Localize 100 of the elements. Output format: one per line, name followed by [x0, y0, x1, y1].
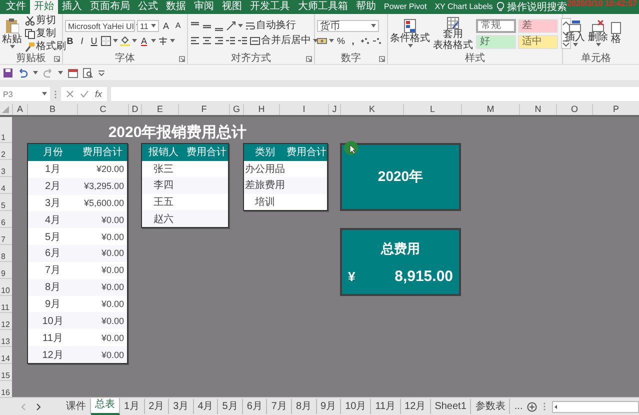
caret-icon[interactable] [313, 39, 318, 43]
ribbon-tab[interactable]: 大师工具箱 [294, 0, 352, 14]
add-sheet-icon[interactable] [526, 402, 537, 412]
fill-bucket-icon[interactable] [120, 36, 130, 46]
conditional-formatting-button[interactable]: 条件格式 [390, 19, 430, 48]
font-size-dropdown[interactable]: 11 [137, 20, 159, 32]
cancel-icon[interactable] [66, 90, 74, 98]
next-sheet-icon[interactable] [34, 402, 42, 410]
horizontal-scrollbar[interactable] [552, 400, 639, 412]
copy-button[interactable]: 复制 [25, 28, 66, 40]
caret-icon[interactable] [408, 44, 412, 48]
caret-icon[interactable] [151, 24, 156, 28]
scroll-up-icon[interactable] [562, 19, 570, 28]
caret-icon[interactable] [572, 43, 578, 47]
sheet-tab[interactable]: 7月 [267, 399, 292, 414]
sheet-tab[interactable]: 8月 [292, 399, 316, 414]
name-box[interactable]: P3 [0, 87, 50, 101]
lightbulb-icon[interactable] [496, 2, 504, 12]
dialog-launcher-icon[interactable] [306, 56, 312, 62]
column-header[interactable]: B [27, 104, 77, 115]
ribbon-tab[interactable]: XY Chart Labels [430, 0, 497, 14]
ribbon-tab[interactable]: 数据 [162, 0, 190, 14]
sheet-tab[interactable]: 参数表 [471, 399, 510, 414]
ribbon-tab[interactable]: 开始 [30, 0, 58, 14]
sheet-tab[interactable]: 2月 [144, 399, 170, 414]
sheet-tab[interactable]: 3月 [169, 399, 194, 414]
caret-icon[interactable] [132, 39, 137, 43]
column-header[interactable]: E [141, 104, 178, 115]
column-header[interactable]: P [592, 104, 639, 115]
caret-icon[interactable] [58, 70, 63, 74]
comma-style-button[interactable]: , [348, 35, 358, 47]
column-header[interactable]: I [279, 104, 328, 115]
column-header[interactable]: A [12, 104, 27, 115]
wrap-text-button[interactable]: 自动换行 [245, 20, 296, 32]
font-family-dropdown[interactable]: Microsoft YaHei UI [65, 20, 135, 32]
column-header[interactable]: O [556, 104, 592, 115]
caret-icon[interactable] [42, 92, 47, 96]
underline-button[interactable]: U [89, 35, 99, 47]
format-cells-button[interactable]: 格 [611, 22, 621, 45]
formula-input[interactable] [111, 87, 639, 101]
merge-center-button[interactable]: 合并后居中 [250, 35, 311, 47]
border-icon[interactable] [101, 36, 111, 46]
calendar-icon[interactable] [68, 68, 78, 78]
format-painter-button[interactable]: 格式刷 [25, 40, 66, 52]
caret-icon[interactable] [170, 39, 175, 43]
sheet-tab[interactable]: 4月 [194, 399, 218, 414]
grow-font-button[interactable]: A [161, 20, 171, 32]
caret-icon[interactable] [596, 43, 600, 47]
more-sheets-button[interactable]: ... [510, 401, 527, 412]
font-color-button[interactable]: A [139, 35, 149, 47]
column-header[interactable]: D [128, 104, 141, 115]
cell-style-tile[interactable]: 适中 [518, 34, 558, 48]
column-header[interactable]: H [243, 104, 279, 115]
cell-style-tile[interactable]: 差 [518, 18, 558, 32]
sheet-tab[interactable]: 总表 [91, 398, 120, 415]
align-right-icon[interactable] [214, 36, 224, 46]
caret-icon[interactable] [10, 45, 14, 49]
italic-button[interactable]: I [77, 35, 87, 47]
ribbon-tab[interactable]: 视图 [218, 0, 246, 14]
ribbon-tab[interactable]: 帮助 [352, 0, 380, 14]
insert-function-button[interactable]: fx [95, 89, 102, 99]
increase-decimal-icon[interactable] [360, 36, 370, 46]
caret-icon[interactable] [371, 24, 376, 28]
increase-indent-icon[interactable] [238, 36, 248, 46]
dialog-launcher-icon[interactable] [379, 56, 385, 62]
caret-icon[interactable] [33, 70, 38, 74]
ribbon-tab[interactable]: 公式 [134, 0, 162, 14]
tell-me-search[interactable]: 操作说明搜索 [506, 0, 567, 14]
decrease-decimal-icon[interactable] [372, 36, 382, 46]
caret-icon[interactable] [113, 39, 118, 43]
ribbon-tab[interactable]: 插入 [58, 0, 86, 14]
column-header[interactable]: G [229, 104, 243, 115]
column-header[interactable]: J [328, 104, 340, 115]
sheet-tab[interactable]: 1月 [120, 399, 145, 414]
insert-cells-button[interactable]: 插入 [565, 20, 585, 47]
sheet-tab[interactable]: 6月 [242, 399, 268, 414]
column-header[interactable]: L [403, 104, 461, 115]
ribbon-tab[interactable]: 页面布局 [86, 0, 134, 14]
column-header[interactable]: C [77, 104, 128, 115]
caret-icon[interactable] [151, 39, 156, 43]
ribbon-tab[interactable]: 开发工具 [246, 0, 294, 14]
sheet-tab[interactable]: 10月 [341, 399, 372, 414]
column-header[interactable]: K [340, 104, 403, 115]
dialog-launcher-icon[interactable] [54, 56, 60, 62]
cell-style-tile[interactable]: 好 [476, 34, 516, 48]
phonetic-guide-icon[interactable] [158, 36, 168, 46]
cut-button[interactable]: 剪切 [25, 14, 66, 26]
sheet-tab[interactable]: 12月 [400, 399, 431, 414]
dialog-launcher-icon[interactable] [179, 56, 185, 62]
bold-button[interactable]: B [65, 35, 75, 47]
undo-icon[interactable] [18, 68, 28, 78]
number-format-dropdown[interactable]: 货币 [317, 20, 379, 32]
caret-icon[interactable] [238, 24, 243, 28]
percent-button[interactable]: % [336, 35, 346, 47]
check-icon[interactable] [80, 90, 89, 98]
paste-button[interactable]: 粘贴 [2, 18, 22, 49]
ribbon-tab[interactable]: 审阅 [190, 0, 218, 14]
format-as-table-button[interactable]: 套用 表格格式 [433, 16, 473, 50]
align-center-icon[interactable] [202, 36, 212, 46]
ribbon-tab[interactable]: Power Pivot [380, 0, 431, 14]
